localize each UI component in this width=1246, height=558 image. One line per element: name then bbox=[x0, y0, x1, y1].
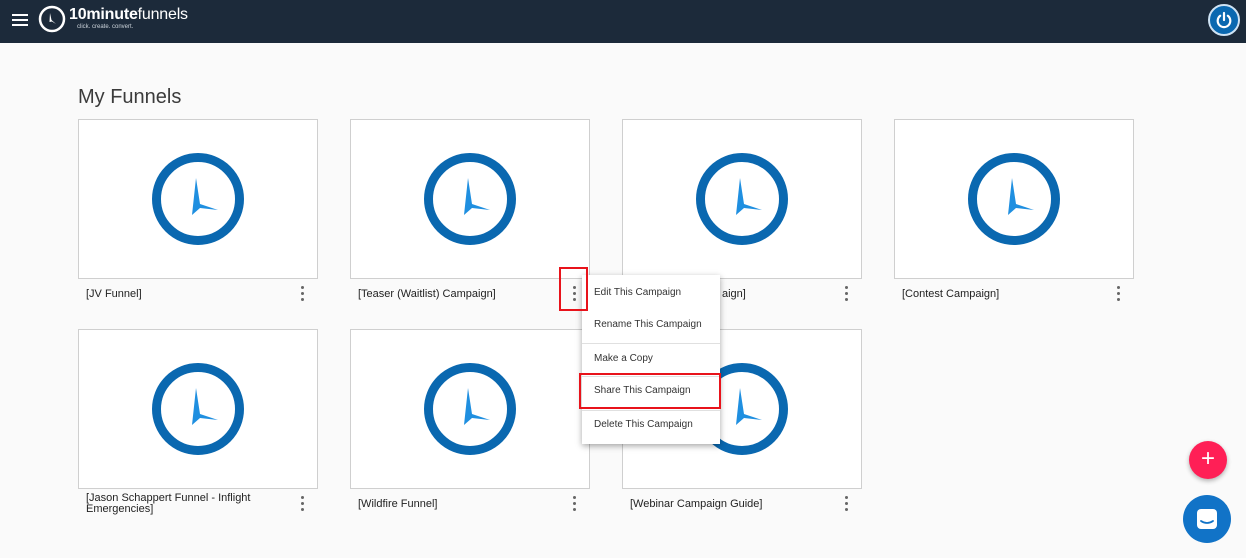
hamburger-menu-icon[interactable] bbox=[12, 14, 28, 26]
more-options-icon[interactable] bbox=[842, 286, 852, 302]
funnel-card-thumbnail[interactable] bbox=[78, 119, 318, 279]
logo-clock-icon bbox=[38, 5, 66, 33]
logo-wordmark-light: funnels bbox=[137, 6, 188, 23]
clock-icon bbox=[968, 153, 1060, 245]
logo-tagline: click. create. convert. bbox=[77, 24, 134, 30]
funnel-card-name[interactable]: [Webinar Campaign Guide] bbox=[630, 499, 830, 510]
chat-icon bbox=[1197, 509, 1217, 529]
menu-item-edit-campaign[interactable]: Edit This Campaign bbox=[582, 277, 720, 309]
power-button[interactable] bbox=[1208, 4, 1240, 36]
menu-item-delete-campaign[interactable]: Delete This Campaign bbox=[582, 409, 720, 441]
more-options-icon[interactable] bbox=[1114, 286, 1124, 302]
top-app-bar: 10minutefunnels click. create. convert. bbox=[0, 0, 1246, 43]
funnel-card-name[interactable]: [Contest Campaign] bbox=[902, 289, 1102, 300]
funnel-card-thumbnail[interactable] bbox=[622, 119, 862, 279]
funnel-card-name[interactable]: aign] bbox=[722, 289, 822, 300]
add-funnel-button[interactable]: + bbox=[1189, 441, 1227, 479]
logo-wordmark: 10minutefunnels bbox=[69, 6, 188, 24]
power-icon bbox=[1216, 11, 1232, 29]
funnel-card-thumbnail[interactable] bbox=[350, 119, 590, 279]
page-title: My Funnels bbox=[78, 86, 182, 108]
more-options-icon[interactable] bbox=[842, 496, 852, 512]
funnel-card-thumbnail[interactable] bbox=[894, 119, 1134, 279]
chat-widget-button[interactable] bbox=[1183, 495, 1231, 543]
kebab-highlight-box bbox=[559, 267, 588, 311]
logo-wordmark-bold: 10minute bbox=[69, 6, 138, 23]
funnel-card-name[interactable]: [JV Funnel] bbox=[86, 289, 286, 300]
more-options-icon[interactable] bbox=[570, 496, 580, 512]
campaign-context-menu: Edit This Campaign Rename This Campaign … bbox=[582, 275, 720, 444]
menu-item-make-copy[interactable]: Make a Copy bbox=[582, 343, 720, 375]
clock-icon bbox=[152, 363, 244, 455]
funnel-card-name[interactable]: [Wildfire Funnel] bbox=[358, 499, 558, 510]
clock-icon bbox=[424, 363, 516, 455]
funnel-card-thumbnail[interactable] bbox=[78, 329, 318, 489]
share-highlight-box bbox=[579, 373, 721, 409]
menu-item-rename-campaign[interactable]: Rename This Campaign bbox=[582, 309, 720, 341]
clock-icon bbox=[424, 153, 516, 245]
clock-icon bbox=[152, 153, 244, 245]
more-options-icon[interactable] bbox=[298, 286, 308, 302]
funnel-card-name[interactable]: [Teaser (Waitlist) Campaign] bbox=[358, 289, 553, 300]
funnel-card-name[interactable]: [Jason Schappert Funnel - Inflight Emerg… bbox=[86, 493, 276, 515]
funnel-card-thumbnail[interactable] bbox=[350, 329, 590, 489]
clock-icon bbox=[696, 153, 788, 245]
more-options-icon[interactable] bbox=[298, 496, 308, 512]
